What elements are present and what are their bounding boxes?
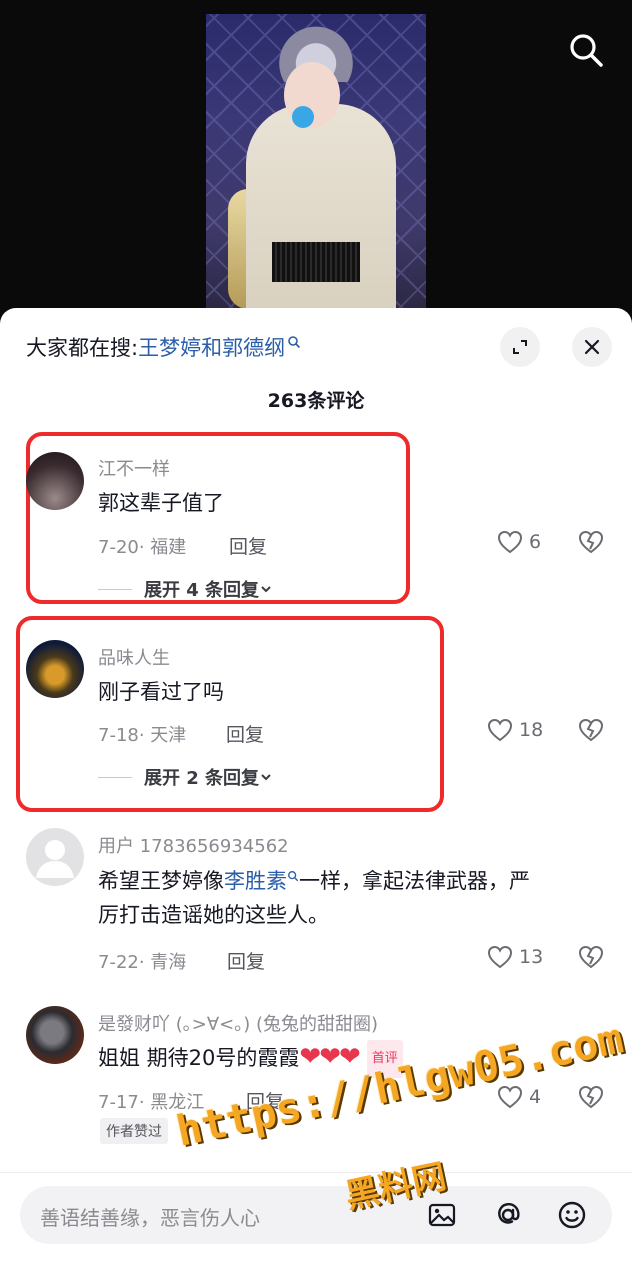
suggestion-prefix: 大家都在搜: — [26, 336, 139, 360]
like-count: 18 — [519, 719, 544, 741]
hearts-emoji: ❤❤❤ — [299, 1042, 360, 1072]
like-button[interactable]: 6 — [497, 530, 541, 554]
close-button[interactable] — [572, 327, 612, 367]
figure-robe — [246, 104, 396, 314]
image-icon[interactable] — [426, 1199, 458, 1231]
like-button[interactable]: 4 — [497, 1085, 541, 1109]
expand-icon — [513, 340, 527, 354]
small-search-icon — [288, 871, 299, 882]
comment-text-part: 一样，拿起法律武器，严 — [299, 869, 530, 893]
like-button[interactable]: 13 — [487, 945, 543, 969]
like-count: 4 — [529, 1086, 542, 1108]
comment-keyword-link[interactable]: 李胜素 — [224, 869, 287, 893]
comment-text-part: 姐姐 期待20号的霞霞 — [98, 1046, 300, 1070]
small-search-icon — [287, 330, 301, 354]
avatar[interactable] — [26, 452, 84, 510]
dislike-icon[interactable] — [578, 718, 604, 746]
divider-line — [98, 588, 132, 590]
comment-text-line2: 厉打击造谣她的这些人。 — [98, 903, 329, 927]
comment-date-location: 7-18· 天津 — [98, 725, 187, 746]
comment-text-part: 希望王梦婷像 — [98, 869, 224, 893]
comment-input-placeholder[interactable]: 善语结善缘，恶言伤人心 — [40, 1202, 260, 1231]
comment-username[interactable]: 江不一样 — [98, 455, 170, 481]
comment-count: 263条评论 — [267, 390, 365, 412]
reply-button[interactable]: 回复 — [226, 720, 264, 747]
dislike-icon[interactable] — [578, 530, 604, 558]
like-count: 13 — [519, 946, 544, 968]
avatar[interactable] — [26, 640, 84, 698]
comment-input-bar[interactable]: 善语结善缘，恶言伤人心 — [20, 1186, 612, 1244]
dislike-icon[interactable] — [578, 1085, 604, 1113]
comment-username[interactable]: 品味人生 — [98, 644, 170, 670]
expand-replies-label: 展开 2 条回复 — [144, 768, 260, 789]
figure-flower — [292, 106, 314, 128]
suggestion-keyword[interactable]: 王梦婷和郭德纲 — [138, 332, 285, 362]
comment-username[interactable]: 是發财吖 (｡>∀<｡) (兔兔的甜甜圈) — [98, 1010, 378, 1036]
heart-icon — [497, 530, 523, 554]
like-count: 6 — [529, 531, 542, 553]
divider-line — [98, 776, 132, 778]
input-divider — [0, 1172, 632, 1173]
comment-text: 刚子看过了吗 — [98, 680, 224, 704]
figure-fringe — [272, 242, 360, 282]
expand-replies[interactable]: 展开 4 条回复 — [98, 576, 273, 602]
heart-icon — [497, 1085, 523, 1109]
comment-username[interactable]: 用户 1783656934562 — [98, 832, 289, 858]
heart-icon — [487, 718, 513, 742]
expand-replies[interactable]: 展开 2 条回复 — [98, 764, 273, 790]
like-button[interactable]: 18 — [487, 718, 543, 742]
comment-date-location: 7-22· 青海 — [98, 952, 187, 973]
author-liked-badge: 作者赞过 — [100, 1118, 168, 1144]
reply-button[interactable]: 回复 — [229, 532, 267, 559]
comment-text: 希望王梦婷像李胜素 一样，拿起法律武器，严 厉打击造谣她的这些人。 — [98, 864, 608, 932]
comment-text: 郭这辈子值了 — [98, 491, 224, 515]
expand-replies-label: 展开 4 条回复 — [144, 580, 260, 601]
avatar[interactable] — [26, 1006, 84, 1064]
close-icon — [584, 339, 600, 355]
emoji-icon[interactable] — [556, 1199, 588, 1231]
search-suggestion[interactable]: 大家都在搜: 王梦婷和郭德纲 — [26, 332, 301, 362]
video-frame — [206, 14, 426, 314]
search-icon[interactable] — [566, 30, 606, 70]
heart-icon — [487, 945, 513, 969]
expand-sheet-button[interactable] — [500, 327, 540, 367]
video-player[interactable] — [0, 0, 632, 330]
avatar[interactable] — [26, 828, 84, 886]
chevron-down-icon — [261, 586, 271, 593]
default-avatar-icon — [36, 840, 74, 878]
reply-button[interactable]: 回复 — [227, 947, 265, 974]
chevron-down-icon — [261, 774, 271, 781]
mention-icon[interactable] — [492, 1199, 524, 1231]
dislike-icon[interactable] — [578, 945, 604, 973]
comment-date-location: 7-20· 福建 — [98, 537, 187, 558]
